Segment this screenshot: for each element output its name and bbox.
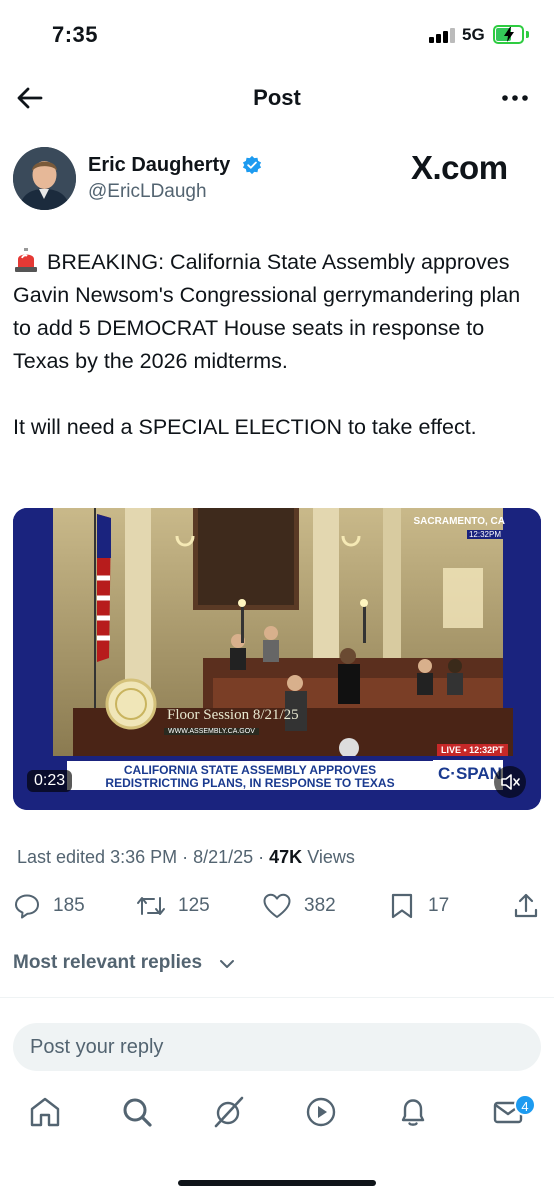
heart-icon <box>263 893 291 918</box>
divider <box>0 997 554 998</box>
video-duration: 0:23 <box>27 770 73 792</box>
nav-search[interactable] <box>119 1094 155 1130</box>
share-button[interactable] <box>512 888 542 924</box>
post-paragraph: BREAKING: California State Assembly appr… <box>13 246 543 378</box>
views-label: Views <box>302 847 355 867</box>
post-header: Post <box>0 70 554 126</box>
search-icon <box>123 1098 152 1127</box>
post-actions: 185 125 382 17 <box>0 888 554 928</box>
nav-notifications[interactable] <box>395 1094 431 1130</box>
status-bar: 7:35 5G <box>0 0 554 70</box>
avatar-image <box>13 147 76 210</box>
replies-sort-button[interactable]: Most relevant replies <box>13 952 202 974</box>
author-handle[interactable]: @EricLDaugh <box>88 181 207 203</box>
video-player[interactable]: SACRAMENTO, CA 12:32PM Floor Session 8/2… <box>13 508 541 810</box>
chyron-line-2: REDISTRICTING PLANS, IN RESPONSE TO TEXA… <box>105 776 395 790</box>
views-count: 47K <box>269 847 303 867</box>
siren-icon <box>15 248 37 272</box>
speaker-muted-icon <box>501 774 520 790</box>
more-icon <box>502 95 528 101</box>
repost-icon <box>137 897 165 915</box>
video-chyron-text: CALIFORNIA STATE ASSEMBLY APPROVES REDIS… <box>67 764 433 790</box>
like-count: 382 <box>304 895 336 916</box>
battery-tip <box>526 31 529 38</box>
post-paragraph-2: It will need a SPECIAL ELECTION to take … <box>13 415 477 439</box>
video-location-label: SACRAMENTO, CA <box>413 516 505 527</box>
video-clock-label: 12:32PM <box>466 530 503 539</box>
bookmark-count: 17 <box>428 895 450 916</box>
bottom-nav <box>0 1094 554 1144</box>
bookmark-button[interactable]: 17 <box>389 888 459 924</box>
repost-count: 125 <box>178 895 210 916</box>
more-options-button[interactable] <box>500 84 530 112</box>
nav-home[interactable] <box>27 1094 63 1130</box>
post-meta: Last edited 3:36 PM · 8/21/25 · 47K View… <box>17 847 355 868</box>
nav-grok[interactable] <box>211 1094 247 1130</box>
reply-count: 185 <box>53 895 85 916</box>
messages-badge: 4 <box>514 1094 536 1116</box>
battery-icon <box>493 25 524 44</box>
post-paragraph-1: BREAKING: California State Assembly appr… <box>13 250 521 373</box>
video-floor-url: WWW.ASSEMBLY.CA.GOV <box>164 728 259 735</box>
page-title: Post <box>253 85 301 110</box>
video-live-label: LIVE • 12:32PT <box>437 744 508 756</box>
share-icon <box>514 893 538 918</box>
xcom-watermark: X.com <box>411 149 508 186</box>
like-button[interactable]: 382 <box>262 888 352 924</box>
reply-icon <box>15 894 39 919</box>
mute-button[interactable] <box>494 766 526 798</box>
avatar[interactable] <box>13 147 76 210</box>
reply-button[interactable]: 185 <box>13 888 103 924</box>
network-label: 5G <box>462 25 485 44</box>
play-icon <box>306 1097 336 1127</box>
bell-icon <box>401 1099 425 1126</box>
signal-icon <box>429 27 457 43</box>
author-name[interactable]: Eric Daugherty <box>88 154 230 177</box>
home-indicator <box>178 1180 376 1186</box>
reply-input[interactable]: Post your reply <box>13 1023 541 1071</box>
reply-placeholder: Post your reply <box>30 1036 164 1058</box>
bookmark-icon <box>391 893 413 919</box>
grok-icon <box>214 1096 244 1128</box>
status-time: 7:35 <box>52 22 99 47</box>
video-chyron: CALIFORNIA STATE ASSEMBLY APPROVES REDIS… <box>67 758 433 790</box>
video-floor-caption: Floor Session 8/21/25 <box>167 707 299 723</box>
repost-button[interactable]: 125 <box>135 888 225 924</box>
edited-timestamp[interactable]: Last edited 3:36 PM · 8/21/25 · <box>17 847 269 867</box>
verified-badge-icon <box>242 155 262 175</box>
chevron-down-icon <box>220 960 234 968</box>
home-icon <box>30 1097 60 1127</box>
cspan-logo: C·SPAN <box>433 760 503 790</box>
nav-video[interactable] <box>303 1094 339 1130</box>
post-text: BREAKING: California State Assembly appr… <box>13 246 543 444</box>
